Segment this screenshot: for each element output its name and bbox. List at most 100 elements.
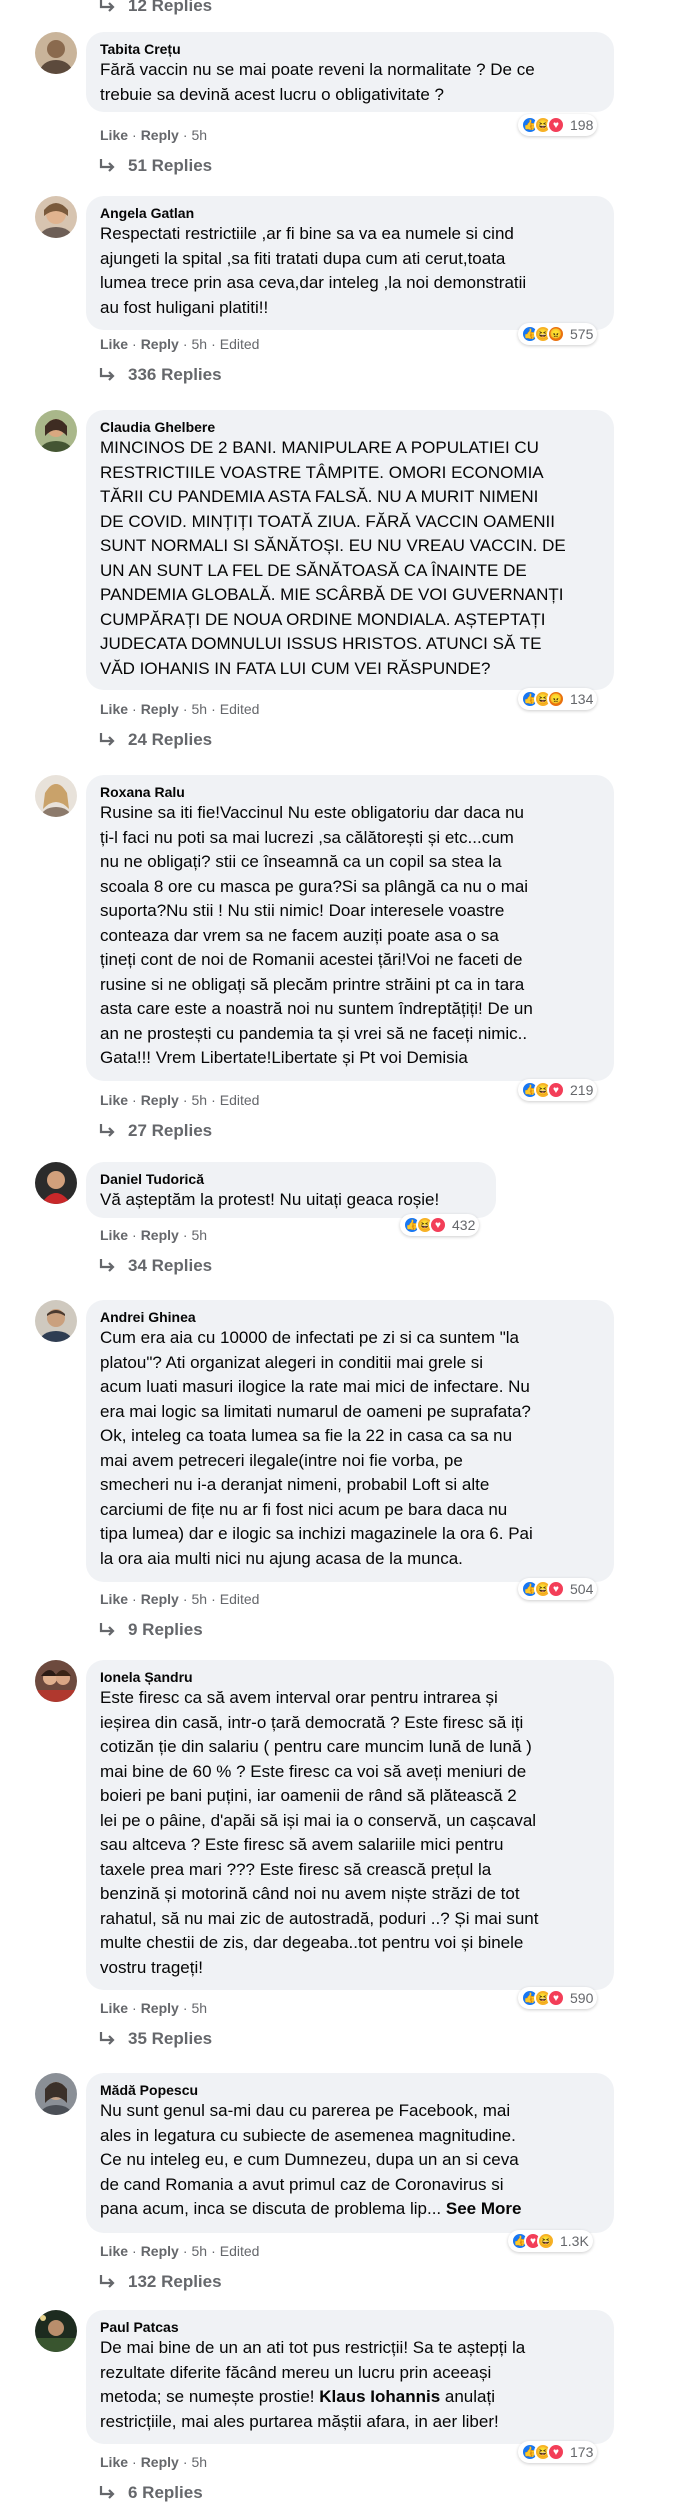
edited-label[interactable]: Edited (220, 336, 260, 352)
avatar[interactable] (35, 2073, 77, 2115)
comment-actions: Like · Reply · 5h (100, 2000, 208, 2016)
view-replies-link[interactable]: 35 Replies (98, 2027, 212, 2051)
mention-link[interactable]: Klaus Iohannis (319, 2387, 440, 2406)
avatar[interactable] (35, 1660, 77, 1702)
reactions-summary[interactable]: 👍 ♥ 😆 1.3K (508, 2230, 593, 2252)
avatar[interactable] (35, 775, 77, 817)
replies-count: 6 Replies (128, 2483, 203, 2502)
reactions-summary[interactable]: 👍 😆 ♥ 219 (518, 1079, 598, 1101)
reply-arrow-icon (99, 1124, 115, 1137)
timestamp[interactable]: 5h (191, 2243, 207, 2259)
like-button[interactable]: Like (100, 127, 128, 143)
avatar[interactable] (35, 1162, 77, 1204)
timestamp[interactable]: 5h (191, 336, 207, 352)
comment-author[interactable]: Daniel Tudorică (100, 1170, 482, 1188)
comment-author[interactable]: Ionela Șandru (100, 1668, 600, 1686)
reactions-summary[interactable]: 👍 😆 😠 575 (518, 323, 598, 345)
view-replies-link[interactable]: 51 Replies (98, 154, 212, 178)
timestamp[interactable]: 5h (191, 127, 207, 143)
replies-count: 35 Replies (128, 2029, 213, 2048)
reply-button[interactable]: Reply (141, 336, 179, 352)
edited-label[interactable]: Edited (220, 701, 260, 717)
comment-actions: Like · Reply · 5h (100, 127, 208, 143)
comment-author[interactable]: Andrei Ghinea (100, 1308, 600, 1326)
reply-button[interactable]: Reply (141, 701, 179, 717)
replies-count: 51 Replies (128, 156, 213, 175)
reply-button[interactable]: Reply (141, 1092, 179, 1108)
comment-author[interactable]: Paul Patcas (100, 2318, 600, 2336)
reply-arrow-icon (99, 733, 115, 746)
reactions-summary[interactable]: 👍 😆 ♥ 173 (518, 2441, 598, 2463)
timestamp[interactable]: 5h (191, 1227, 207, 1243)
comment-actions: Like · Reply · 5h (100, 1227, 208, 1243)
comment-bubble: Claudia Ghelbere MINCINOS DE 2 BANI. MAN… (86, 410, 614, 690)
view-replies-link[interactable]: 34 Replies (98, 1254, 212, 1278)
comment-text: MINCINOS DE 2 BANI. MANIPULARE A POPULAT… (100, 438, 566, 678)
reactions-summary[interactable]: 👍 😆 ♥ 504 (518, 1578, 598, 1600)
angry-icon: 😠 (547, 690, 565, 708)
view-replies-link[interactable]: 27 Replies (98, 1119, 212, 1143)
replies-count: 27 Replies (128, 1121, 213, 1140)
timestamp[interactable]: 5h (191, 1591, 207, 1607)
comment-bubble: Mădă Popescu Nu sunt genul sa-mi dau cu … (86, 2073, 614, 2233)
love-icon: ♥ (547, 116, 565, 134)
view-replies-link[interactable]: 9 Replies (98, 1618, 203, 1642)
reactions-summary[interactable]: 👍 😆 ♥ 432 (400, 1214, 480, 1236)
like-button[interactable]: Like (100, 701, 128, 717)
view-replies-link[interactable]: 6 Replies (98, 2481, 203, 2505)
comment-text: Este firesc ca să avem interval orar pen… (100, 1688, 539, 1977)
reply-arrow-icon (99, 159, 115, 172)
timestamp[interactable]: 5h (191, 1092, 207, 1108)
comment-actions: Like · Reply · 5h (100, 2454, 208, 2470)
reaction-count: 219 (570, 1082, 594, 1098)
avatar[interactable] (35, 196, 77, 238)
comment-actions: Like · Reply · 5h · Edited (100, 1092, 260, 1108)
view-replies-link[interactable]: 12 Replies (98, 0, 212, 18)
view-replies-link[interactable]: 336 Replies (98, 363, 222, 387)
like-button[interactable]: Like (100, 2243, 128, 2259)
reactions-summary[interactable]: 👍 😆 ♥ 198 (518, 114, 598, 136)
comment-author[interactable]: Angela Gatlan (100, 204, 600, 222)
like-button[interactable]: Like (100, 1092, 128, 1108)
reply-button[interactable]: Reply (141, 2243, 179, 2259)
edited-label[interactable]: Edited (220, 2243, 260, 2259)
avatar[interactable] (35, 410, 77, 452)
like-button[interactable]: Like (100, 2454, 128, 2470)
love-icon: ♥ (547, 1081, 565, 1099)
view-replies-link[interactable]: 24 Replies (98, 728, 212, 752)
comment-bubble: Roxana Ralu Rusine sa iti fie!Vaccinul N… (86, 775, 614, 1081)
like-button[interactable]: Like (100, 1591, 128, 1607)
replies-count: 132 Replies (128, 2272, 222, 2291)
timestamp[interactable]: 5h (191, 701, 207, 717)
edited-label[interactable]: Edited (220, 1591, 260, 1607)
reply-button[interactable]: Reply (141, 1227, 179, 1243)
view-replies-link[interactable]: 132 Replies (98, 2270, 222, 2294)
reply-button[interactable]: Reply (141, 2454, 179, 2470)
reply-button[interactable]: Reply (141, 127, 179, 143)
like-button[interactable]: Like (100, 336, 128, 352)
like-button[interactable]: Like (100, 1227, 128, 1243)
reaction-count: 1.3K (560, 2233, 589, 2249)
edited-label[interactable]: Edited (220, 1092, 260, 1108)
like-button[interactable]: Like (100, 2000, 128, 2016)
replies-count: 336 Replies (128, 365, 222, 384)
comment-author[interactable]: Mădă Popescu (100, 2081, 600, 2099)
reply-button[interactable]: Reply (141, 1591, 179, 1607)
comment-author[interactable]: Tabita Crețu (100, 40, 600, 58)
see-more-link[interactable]: See More (446, 2199, 522, 2218)
angry-icon: 😠 (547, 325, 565, 343)
avatar[interactable] (35, 2310, 77, 2352)
timestamp[interactable]: 5h (191, 2000, 207, 2016)
replies-count: 9 Replies (128, 1620, 203, 1639)
avatar[interactable] (35, 32, 77, 74)
reactions-summary[interactable]: 👍 😆 😠 134 (518, 688, 598, 710)
reply-arrow-icon (99, 0, 115, 12)
reply-arrow-icon (99, 2486, 115, 2499)
reaction-count: 198 (570, 117, 594, 133)
reactions-summary[interactable]: 👍 😆 ♥ 590 (518, 1987, 598, 2009)
reply-button[interactable]: Reply (141, 2000, 179, 2016)
comment-author[interactable]: Roxana Ralu (100, 783, 600, 801)
timestamp[interactable]: 5h (191, 2454, 207, 2470)
comment-author[interactable]: Claudia Ghelbere (100, 418, 600, 436)
avatar[interactable] (35, 1300, 77, 1342)
